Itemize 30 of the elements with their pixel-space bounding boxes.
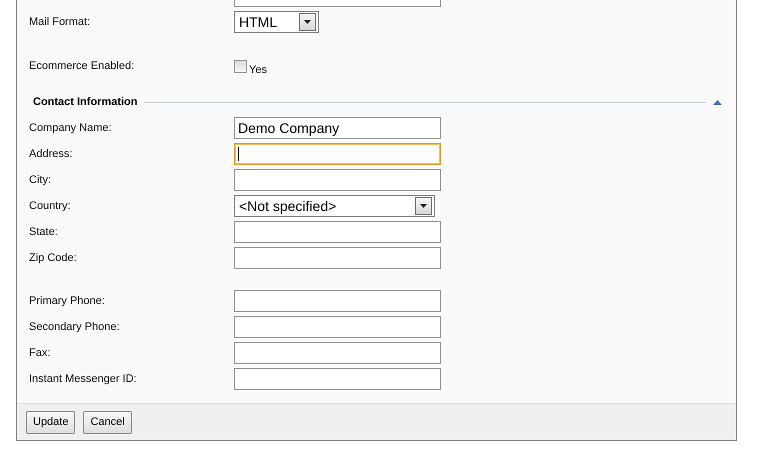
field-label: Fax: xyxy=(28,347,52,359)
text-field[interactable] xyxy=(234,169,441,191)
text-field[interactable] xyxy=(234,290,441,312)
text-caret xyxy=(238,147,239,161)
field-label: Ecommerce Enabled: xyxy=(28,60,136,72)
text-field[interactable] xyxy=(234,316,441,338)
dropdown[interactable]: HTML xyxy=(234,11,319,33)
update-button[interactable]: Update xyxy=(26,410,76,434)
field-label: Secondary Phone: xyxy=(28,321,121,333)
field-label: Address: xyxy=(28,148,74,160)
checkbox[interactable] xyxy=(234,60,247,72)
field-label: Zip Code: xyxy=(28,252,78,264)
field-label: State: xyxy=(28,226,59,238)
text-field[interactable] xyxy=(234,368,441,390)
checkbox-label: Yes xyxy=(249,64,267,76)
collapse-arrow-icon[interactable] xyxy=(713,100,722,104)
section-title: Contact Information xyxy=(33,96,138,108)
text-field[interactable] xyxy=(234,342,441,364)
field-label: City: xyxy=(28,174,52,186)
dropdown[interactable]: <Not specified> xyxy=(234,195,435,217)
text-field[interactable]: Demo Company xyxy=(234,117,441,139)
field-label: Mail Format: xyxy=(28,16,92,28)
text-field[interactable] xyxy=(234,247,441,269)
field-label: Country: xyxy=(28,200,72,212)
text-field[interactable] xyxy=(234,221,441,243)
field-label: Instant Messenger ID: xyxy=(28,373,138,385)
text-field[interactable] xyxy=(234,143,441,165)
cancel-button[interactable]: Cancel xyxy=(83,410,132,434)
field-label: Primary Phone: xyxy=(28,295,106,307)
field-label: Company Name: xyxy=(28,122,113,134)
